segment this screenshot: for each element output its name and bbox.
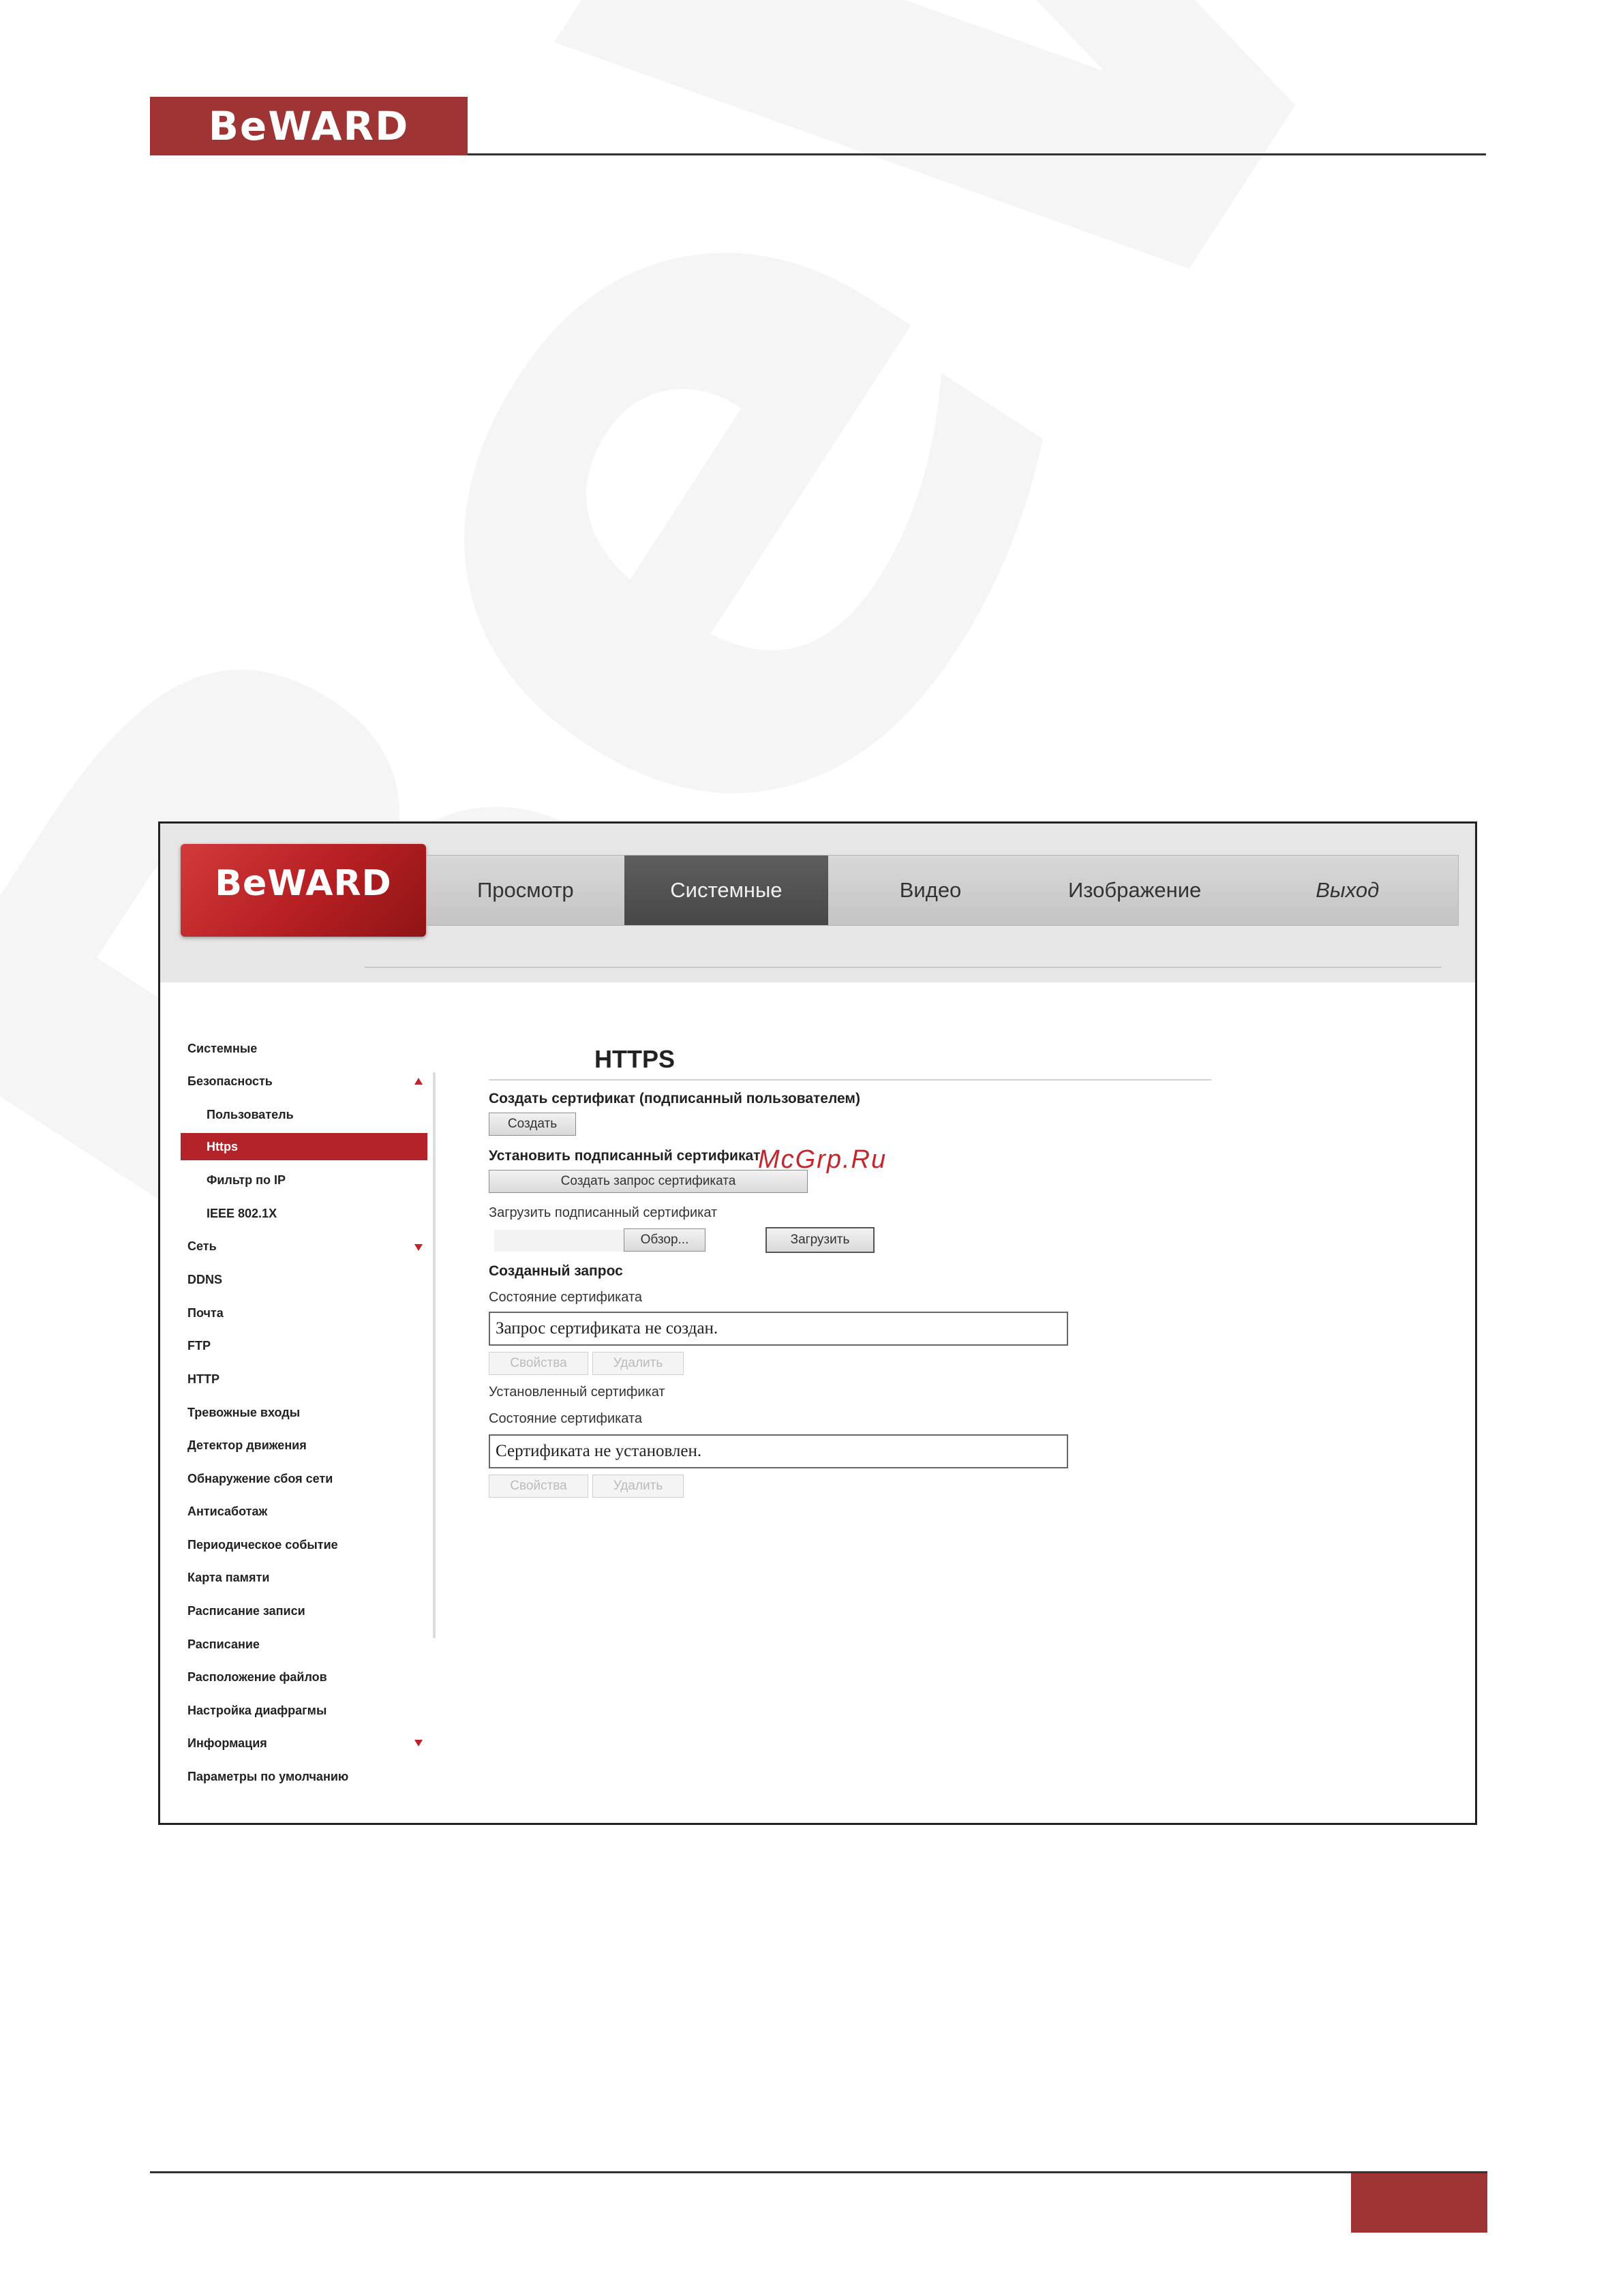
header-rule — [468, 153, 1486, 155]
sidebar-item-memory-card[interactable]: Карта памяти — [187, 1564, 269, 1591]
sidebar-item-ddns[interactable]: DDNS — [187, 1266, 222, 1293]
sidebar-item-file-location[interactable]: Расположение файлов — [187, 1663, 327, 1691]
sidebar-item-ftp[interactable]: FTP — [187, 1332, 211, 1359]
install-signed-heading: Установить подписанный сертификат — [489, 1148, 761, 1164]
expand-arrow-icon[interactable] — [414, 1244, 423, 1251]
page-title: HTTPS — [594, 1045, 676, 1073]
file-path-input[interactable] — [494, 1230, 624, 1252]
sidebar-item-periodic-event[interactable]: Периодическое событие — [187, 1531, 338, 1558]
sidebar-item-ieee8021x[interactable]: IEEE 802.1X — [207, 1200, 277, 1227]
site-watermark-text: McGrp.Ru — [758, 1145, 888, 1174]
page-number-box — [1351, 2173, 1487, 2233]
sidebar-divider — [433, 1072, 436, 1638]
create-cert-heading: Создать сертификат (подписанный пользова… — [489, 1091, 860, 1106]
request-status-field: Запрос сертификата не создан. — [489, 1312, 1068, 1346]
installed-cert-label: Установленный сертификат — [489, 1385, 665, 1400]
upload-button[interactable]: Загрузить — [765, 1227, 875, 1253]
camera-logo-text: BeWARD — [215, 863, 392, 904]
create-cert-button[interactable]: Создать — [489, 1113, 576, 1136]
camera-logo: BeWARD — [181, 844, 426, 937]
sidebar-item-network-failure[interactable]: Обнаружение сбоя сети — [187, 1465, 333, 1492]
installed-properties-button[interactable]: Свойства — [489, 1475, 588, 1498]
collapse-arrow-icon[interactable] — [414, 1078, 423, 1085]
request-status-label: Состояние сертификата — [489, 1290, 643, 1305]
browse-button[interactable]: Обзор... — [624, 1228, 706, 1252]
sidebar-item-tampering[interactable]: Антисаботаж — [187, 1498, 267, 1525]
sidebar-item-https[interactable]: Https — [181, 1133, 427, 1160]
expand-arrow-icon[interactable] — [414, 1740, 423, 1747]
installed-status-label: Состояние сертификата — [489, 1411, 643, 1426]
https-settings-panel: HTTPS Создать сертификат (подписанный по… — [489, 824, 1457, 1823]
sidebar-item-system[interactable]: Системные — [187, 1035, 257, 1062]
sidebar-item-record-schedule[interactable]: Расписание записи — [187, 1597, 305, 1625]
installed-status-field: Сертификата не установлен. — [489, 1434, 1068, 1468]
sidebar-item-network[interactable]: Сеть — [187, 1233, 217, 1260]
installed-delete-button[interactable]: Удалить — [592, 1475, 684, 1498]
sidebar-item-mail[interactable]: Почта — [187, 1299, 224, 1327]
sidebar-item-security[interactable]: Безопасность — [187, 1068, 273, 1095]
footer-rule — [150, 2171, 1487, 2173]
sidebar-item-user[interactable]: Пользователь — [207, 1101, 294, 1128]
request-properties-button[interactable]: Свойства — [489, 1352, 588, 1375]
created-request-heading: Созданный запрос — [489, 1263, 623, 1279]
camera-web-ui-screenshot: BeWARD Просмотр Системные Видео Изображе… — [158, 821, 1477, 1825]
sidebar-item-ip-filter[interactable]: Фильтр по IP — [207, 1166, 286, 1194]
sidebar-item-iris-settings[interactable]: Настройка диафрагмы — [187, 1697, 327, 1724]
title-divider — [489, 1079, 1211, 1081]
sidebar-item-motion-detector[interactable]: Детектор движения — [187, 1432, 307, 1459]
sidebar-item-information[interactable]: Информация — [187, 1729, 267, 1757]
sidebar-item-schedule[interactable]: Расписание — [187, 1631, 260, 1658]
document-logo: BeWARD — [150, 97, 468, 155]
sidebar-item-defaults[interactable]: Параметры по умолчанию — [187, 1763, 348, 1790]
sidebar-item-alarm-inputs[interactable]: Тревожные входы — [187, 1399, 300, 1426]
request-delete-button[interactable]: Удалить — [592, 1352, 684, 1375]
upload-signed-label: Загрузить подписанный сертификат — [489, 1205, 718, 1220]
sidebar-item-http[interactable]: HTTP — [187, 1365, 219, 1393]
